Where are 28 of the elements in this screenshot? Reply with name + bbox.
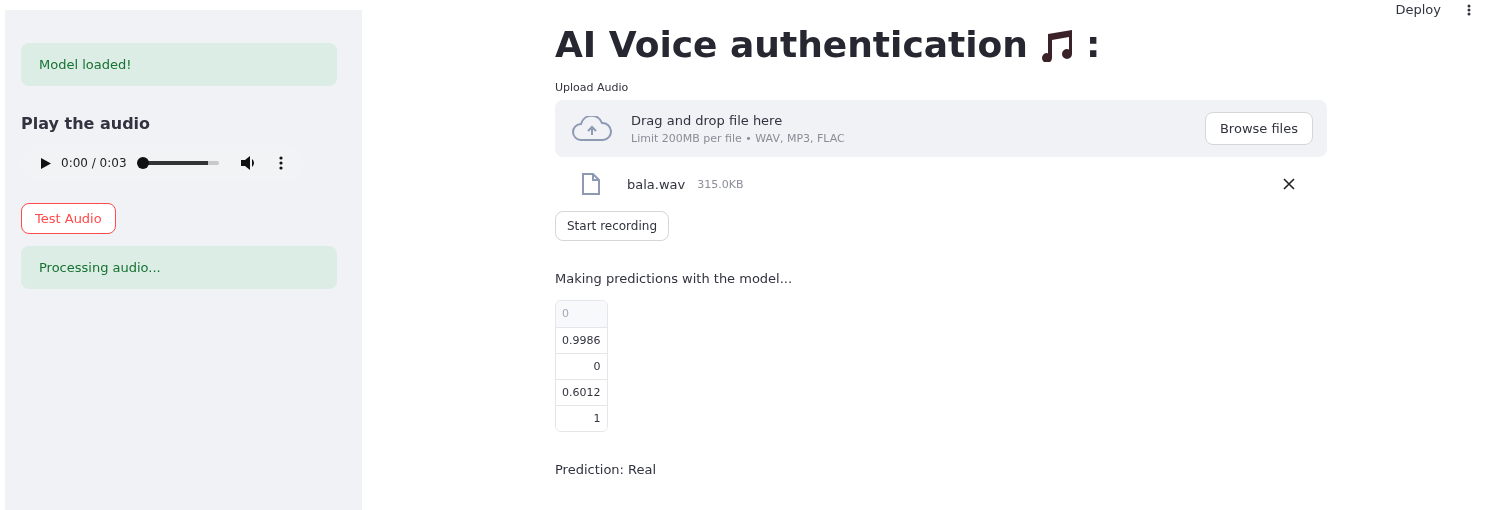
column-header: 0 — [556, 301, 607, 327]
dropzone-prompt: Drag and drop file here — [631, 112, 784, 128]
more-icon[interactable] — [278, 156, 283, 170]
uploader-label: Upload Audio — [555, 81, 629, 94]
cloud-upload-icon — [571, 115, 613, 142]
sidebar-heading: Play the audio — [21, 114, 151, 133]
dropzone-limit: Limit 200MB per file • WAV, MP3, FLAC — [631, 131, 846, 145]
deploy-link[interactable]: Deploy — [1395, 2, 1441, 17]
page-title: AI Voice authentication — [555, 24, 1028, 65]
status-text: Making predictions with the model... — [555, 271, 793, 286]
seek-thumb[interactable] — [136, 157, 149, 169]
processing-alert: Processing audio... — [21, 246, 337, 289]
start-recording-button[interactable]: Start recording — [555, 211, 670, 241]
play-icon[interactable] — [41, 157, 51, 169]
more-icon[interactable] — [1467, 3, 1471, 16]
title-colon: : — [1085, 24, 1101, 65]
file-size: 315.0KB — [697, 177, 744, 191]
table-cell: 1 — [556, 405, 607, 431]
seek-slider[interactable] — [136, 157, 219, 169]
audio-time: 0:00 / 0:03 — [61, 156, 127, 170]
file-name: bala.wav — [627, 176, 686, 192]
prediction-text: Prediction: Real — [555, 462, 657, 477]
music-note-icon — [1039, 27, 1074, 62]
file-icon — [581, 173, 601, 195]
success-alert: Model loaded! — [21, 43, 337, 86]
browse-files-button[interactable]: Browse files — [1204, 112, 1313, 145]
file-dropzone[interactable]: Drag and drop file here Limit 200MB per file • WAV, MP3, FLAC Browse files — [555, 100, 1327, 157]
close-icon[interactable] — [1281, 176, 1297, 192]
